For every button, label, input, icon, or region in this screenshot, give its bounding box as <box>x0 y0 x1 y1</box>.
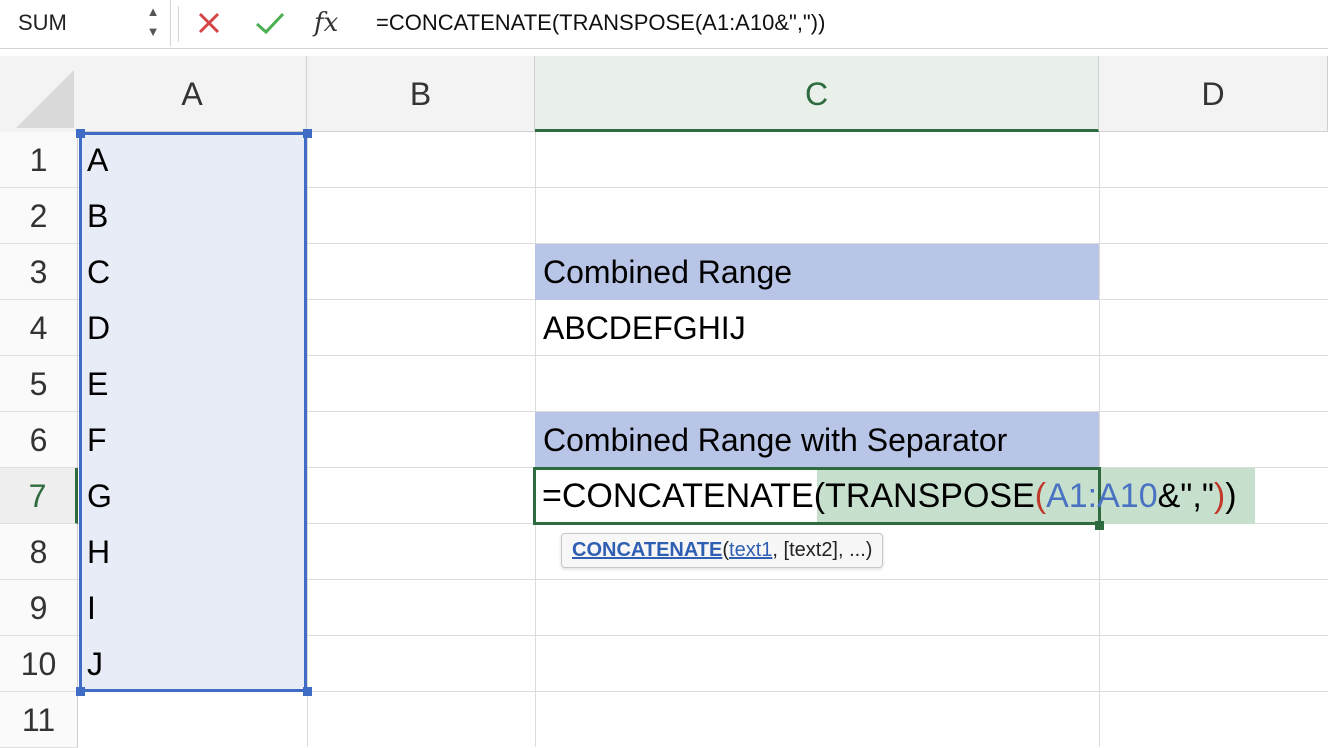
row-header-1[interactable]: 1 <box>0 132 78 188</box>
row-header-11[interactable]: 11 <box>0 692 78 748</box>
tooltip-argument-link[interactable]: text1 <box>729 539 772 561</box>
row-header-3[interactable]: 3 <box>0 244 78 300</box>
cell-a1[interactable]: A <box>79 132 108 187</box>
cancel-button[interactable] <box>196 6 224 40</box>
column-header-c[interactable]: C <box>535 56 1099 132</box>
checkmark-icon <box>256 12 285 35</box>
divider <box>178 6 179 42</box>
row-header-5[interactable]: 5 <box>0 356 78 412</box>
cell-a6[interactable]: F <box>79 412 107 467</box>
formula-token: ( <box>813 477 826 515</box>
formula-token: &"," <box>1157 477 1214 515</box>
confirm-button[interactable] <box>254 6 288 40</box>
stepper-arrows-icon[interactable]: ▲ ▼ <box>143 2 163 44</box>
select-all-corner[interactable] <box>0 56 79 133</box>
gridline <box>307 132 308 747</box>
cell-a7[interactable]: G <box>79 468 112 523</box>
cell-a3[interactable]: C <box>79 244 110 299</box>
formula-token: ) <box>1225 477 1237 515</box>
formula-token: =CONCATENATE <box>542 477 814 515</box>
row-header-4[interactable]: 4 <box>0 300 78 356</box>
range-handle[interactable] <box>303 129 312 138</box>
formula-token: ) <box>1213 477 1226 515</box>
cell-c3[interactable]: Combined Range <box>535 244 792 299</box>
formula-token: TRANSPOSE <box>825 477 1035 515</box>
row-header-8[interactable]: 8 <box>0 524 78 580</box>
cell-c4[interactable]: ABCDEFGHIJ <box>535 300 746 355</box>
spreadsheet-grid: A B C D 1 2 3 4 5 6 7 8 9 10 11 A B C D … <box>0 56 1328 748</box>
name-box-value: SUM <box>18 10 67 35</box>
cell-a5[interactable]: E <box>79 356 108 411</box>
cell-a10[interactable]: J <box>79 636 103 691</box>
insert-function-button[interactable]: fx <box>314 6 350 40</box>
column-header-b[interactable]: B <box>307 56 535 132</box>
x-icon <box>198 12 220 34</box>
tooltip-function-link[interactable]: CONCATENATE <box>572 539 722 561</box>
tooltip-text: , [text2], ...) <box>772 539 873 561</box>
formula-range-reference[interactable]: A1:A10 <box>1046 477 1158 515</box>
row-header-10[interactable]: 10 <box>0 636 78 692</box>
row-header-9[interactable]: 9 <box>0 580 78 636</box>
formula-bar: SUM ▲ ▼ fx =CONCATENATE(TRANSPOSE(A1:A10&… <box>0 0 1328 49</box>
cell-c6[interactable]: Combined Range with Separator <box>535 412 1007 467</box>
row-header-2[interactable]: 2 <box>0 188 78 244</box>
cell-a8[interactable]: H <box>79 524 110 579</box>
row-header-6[interactable]: 6 <box>0 412 78 468</box>
column-header-a[interactable]: A <box>78 56 307 132</box>
cell-a2[interactable]: B <box>79 188 108 243</box>
cell-a4[interactable]: D <box>79 300 110 355</box>
gridline <box>1099 132 1100 747</box>
cell-a9[interactable]: I <box>79 580 96 635</box>
row-header-7[interactable]: 7 <box>0 468 78 524</box>
cell-c7-formula-editor[interactable]: =CONCATENATE(TRANSPOSE(A1:A10&",")) <box>542 469 1237 523</box>
function-tooltip: CONCATENATE(text1, [text2], ...) <box>561 533 884 568</box>
formula-token: ( <box>1034 477 1047 515</box>
column-header-d[interactable]: D <box>1099 56 1328 132</box>
formula-input[interactable]: =CONCATENATE(TRANSPOSE(A1:A10&",")) <box>376 10 825 36</box>
range-handle[interactable] <box>303 687 312 696</box>
name-box[interactable]: SUM ▲ ▼ <box>0 0 171 46</box>
range-highlight-a1-a10[interactable] <box>79 132 307 692</box>
